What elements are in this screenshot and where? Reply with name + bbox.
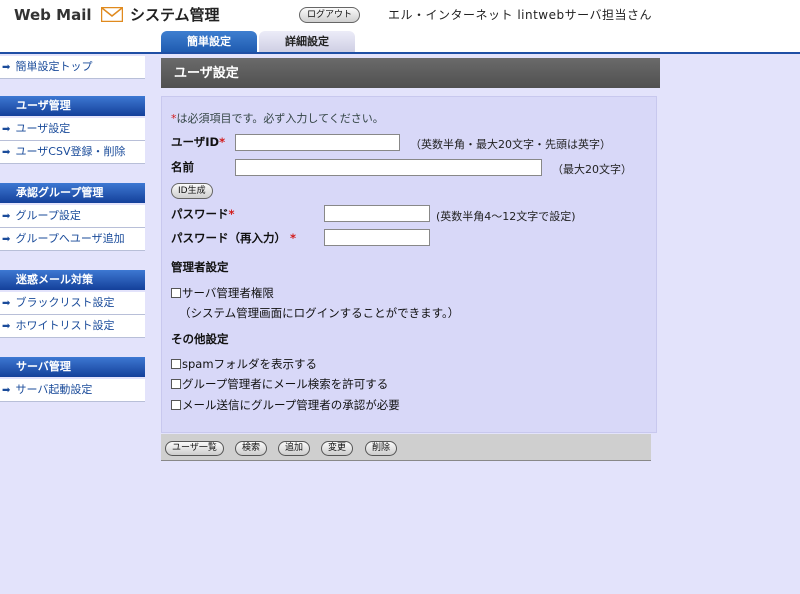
sidebar-item-server-startup[interactable]: ➡ サーバ起動設定	[0, 379, 145, 401]
divider	[0, 337, 145, 338]
required-note-text: は必須項目です。必ず入力してください。	[176, 112, 384, 125]
user-id-hint: （英数半角・最大20文字・先頭は英字）	[410, 138, 611, 151]
group-search-label: グループ管理者にメール検索を許可する	[182, 377, 389, 391]
arrow-right-icon: ➡	[2, 298, 11, 309]
user-id-label: ユーザID*	[171, 134, 225, 150]
divider	[0, 250, 145, 251]
sidebar-section-user-management: ユーザ管理	[0, 96, 145, 116]
delete-button[interactable]: 削除	[365, 441, 398, 456]
arrow-right-icon: ➡	[2, 147, 11, 158]
action-bar: ユーザ一覧 検索 追加 変更 削除	[161, 434, 651, 461]
search-button[interactable]: 検索	[235, 441, 268, 456]
sidebar-item-label: 簡単設定トップ	[15, 60, 93, 73]
header: Web Mail システム管理 ログアウト エル・インターネット lintweb…	[0, 0, 800, 54]
password-hint: (英数半角4〜12文字で設定)	[436, 210, 576, 223]
option-row-send-approval[interactable]: メール送信にグループ管理者の承認が必要	[171, 397, 400, 413]
required-mark: *	[228, 207, 235, 221]
required-mark: *	[219, 135, 226, 149]
sidebar-item-user-csv[interactable]: ➡ ユーザCSV登録・削除	[0, 141, 145, 163]
send-approval-label: メール送信にグループ管理者の承認が必要	[182, 398, 400, 412]
user-greeting: エル・インターネット lintwebサーバ担当さん	[388, 8, 652, 22]
server-admin-checkbox[interactable]	[171, 288, 181, 298]
group-search-checkbox[interactable]	[171, 379, 181, 389]
password-label: パスワード*	[171, 206, 235, 222]
envelope-icon	[100, 7, 123, 22]
other-settings-heading: その他設定	[171, 332, 229, 346]
name-input[interactable]	[235, 159, 542, 176]
name-hint: （最大20文字）	[552, 163, 632, 176]
server-admin-note: （システム管理画面にログインすることができます。）	[179, 306, 460, 320]
sidebar-item-group-settings[interactable]: ➡ グループ設定	[0, 205, 145, 227]
user-list-button[interactable]: ユーザ一覧	[165, 441, 224, 456]
sidebar-item-label: ユーザ設定	[15, 122, 71, 135]
logout-button[interactable]: ログアウト	[299, 7, 361, 23]
sidebar-item-label: サーバ起動設定	[15, 383, 93, 396]
password-label-text: パスワード	[171, 207, 229, 221]
user-settings-form: *は必須項目です。必ず入力してください。 ユーザID* （英数半角・最大20文字…	[161, 96, 657, 433]
user-id-input[interactable]	[235, 134, 400, 151]
user-id-label-text: ユーザID	[171, 135, 220, 149]
brand-system-admin: システム管理	[129, 6, 220, 24]
sidebar-item-label: グループ設定	[15, 209, 81, 222]
arrow-right-icon: ➡	[2, 385, 11, 396]
divider	[0, 401, 145, 402]
tab-simple-settings[interactable]: 簡単設定	[161, 31, 257, 52]
page-title: ユーザ設定	[161, 58, 660, 88]
arrow-right-icon: ➡	[2, 62, 11, 73]
divider	[0, 78, 145, 79]
sidebar-item-simple-top[interactable]: ➡ 簡単設定トップ	[0, 56, 145, 78]
divider	[0, 163, 145, 164]
required-mark: *	[290, 231, 297, 245]
option-row-spam-folder[interactable]: spamフォルダを表示する	[171, 356, 317, 372]
sidebar-item-label: グループへユーザ追加	[15, 232, 125, 245]
sidebar-item-group-add-user[interactable]: ➡ グループへユーザ追加	[0, 228, 145, 250]
password-confirm-label-text: パスワード（再入力）	[171, 231, 286, 245]
server-admin-label: サーバ管理者権限	[182, 286, 274, 300]
arrow-right-icon: ➡	[2, 234, 11, 245]
sidebar-item-label: ユーザCSV登録・削除	[15, 145, 126, 158]
update-button[interactable]: 変更	[321, 441, 354, 456]
option-row-group-search[interactable]: グループ管理者にメール検索を許可する	[171, 376, 388, 392]
password-confirm-label: パスワード（再入力） *	[171, 230, 296, 246]
sidebar-section-approval-group: 承認グループ管理	[0, 183, 145, 203]
sidebar-item-blacklist[interactable]: ➡ ブラックリスト設定	[0, 292, 145, 314]
brand-logo: Web Mail システム管理	[14, 4, 220, 25]
sidebar-item-whitelist[interactable]: ➡ ホワイトリスト設定	[0, 315, 145, 337]
header-divider	[0, 52, 800, 54]
sidebar-section-spam: 迷惑メール対策	[0, 270, 145, 290]
arrow-right-icon: ➡	[2, 211, 11, 222]
arrow-right-icon: ➡	[2, 124, 11, 135]
spam-folder-checkbox[interactable]	[171, 359, 181, 369]
add-button[interactable]: 追加	[278, 441, 311, 456]
password-input[interactable]	[324, 205, 430, 222]
sidebar-section-server: サーバ管理	[0, 357, 145, 377]
sidebar-item-label: ホワイトリスト設定	[15, 319, 115, 332]
id-generate-button[interactable]: ID生成	[171, 183, 213, 199]
send-approval-checkbox[interactable]	[171, 400, 181, 410]
sidebar-item-label: ブラックリスト設定	[15, 296, 115, 309]
spam-folder-label: spamフォルダを表示する	[182, 357, 318, 371]
tab-detail-settings[interactable]: 詳細設定	[259, 31, 355, 52]
sidebar-item-user-settings[interactable]: ➡ ユーザ設定	[0, 118, 145, 140]
required-note: *は必須項目です。必ず入力してください。	[171, 110, 384, 126]
server-admin-checkbox-row[interactable]: サーバ管理者権限	[171, 285, 274, 301]
brand-webmail: Web Mail	[14, 6, 92, 24]
name-label: 名前	[171, 160, 194, 174]
admin-settings-heading: 管理者設定	[171, 260, 229, 274]
arrow-right-icon: ➡	[2, 321, 11, 332]
password-confirm-input[interactable]	[324, 229, 430, 246]
